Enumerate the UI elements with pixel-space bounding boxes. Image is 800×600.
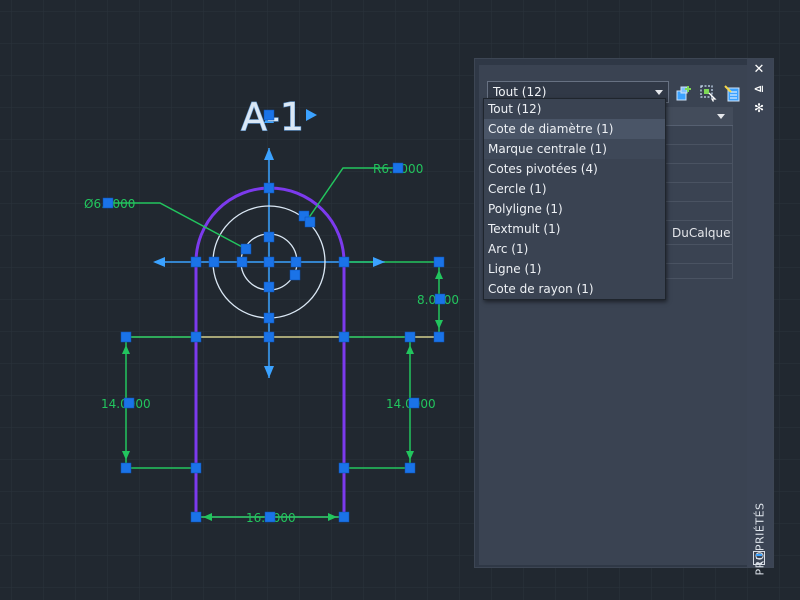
grip[interactable] — [190, 331, 202, 343]
grip[interactable] — [123, 397, 135, 409]
grip[interactable] — [433, 331, 445, 343]
chevron-down-icon[interactable] — [717, 114, 725, 119]
grip[interactable] — [404, 462, 416, 474]
grip[interactable] — [190, 256, 202, 268]
selection-dropdown-list[interactable]: Tout (12) Cote de diamètre (1) Marque cent… — [483, 98, 666, 300]
grip[interactable] — [434, 293, 446, 305]
properties-icon[interactable] — [753, 551, 765, 565]
grip[interactable] — [263, 331, 275, 343]
dropdown-item[interactable]: Cercle (1) — [484, 179, 665, 199]
property-value: DuCalque — [672, 226, 731, 240]
grip[interactable] — [338, 256, 350, 268]
settings-icon[interactable]: ✻ — [752, 101, 766, 115]
grip[interactable] — [263, 231, 275, 243]
grip[interactable] — [263, 109, 275, 121]
dropdown-item[interactable]: Textmult (1) — [484, 219, 665, 239]
close-icon[interactable]: ✕ — [752, 63, 766, 77]
dropdown-item[interactable]: Ligne (1) — [484, 259, 665, 279]
dropdown-item[interactable]: Cotes pivotées (4) — [484, 159, 665, 179]
dropdown-item[interactable]: Tout (12) — [484, 99, 665, 119]
grip[interactable] — [290, 256, 302, 268]
palette-title-strip[interactable]: ✕ ⧏ ✻ PROPRIÉTÉS — [747, 59, 773, 576]
grip[interactable] — [392, 162, 404, 174]
grip[interactable] — [338, 511, 350, 523]
grip[interactable] — [208, 256, 220, 268]
grip[interactable] — [263, 182, 275, 194]
grip[interactable] — [263, 256, 275, 268]
grip[interactable] — [433, 256, 445, 268]
grip[interactable] — [338, 331, 350, 343]
grip[interactable] — [240, 243, 252, 255]
dropdown-item[interactable]: Polyligne (1) — [484, 199, 665, 219]
grip[interactable] — [120, 462, 132, 474]
grip[interactable] — [408, 397, 420, 409]
grip[interactable] — [304, 216, 316, 228]
grip[interactable] — [289, 269, 301, 281]
grip[interactable] — [120, 331, 132, 343]
grip[interactable] — [404, 331, 416, 343]
grip[interactable] — [190, 511, 202, 523]
dropdown-item[interactable]: Arc (1) — [484, 239, 665, 259]
grip[interactable] — [264, 511, 276, 523]
grip[interactable] — [338, 462, 350, 474]
dropdown-item[interactable]: Marque centrale (1) — [484, 139, 665, 159]
dropdown-item[interactable]: Cote de diamètre (1) — [484, 119, 665, 139]
toggle-pickadd-icon[interactable] — [723, 84, 741, 102]
selection-combo-value: Tout (12) — [493, 85, 547, 99]
chevron-down-icon[interactable] — [655, 90, 663, 95]
grip[interactable] — [102, 197, 114, 209]
auto-hide-icon[interactable]: ⧏ — [752, 83, 766, 97]
grip[interactable] — [263, 281, 275, 293]
grip[interactable] — [236, 256, 248, 268]
select-objects-icon[interactable] — [699, 84, 717, 102]
grip[interactable] — [263, 312, 275, 324]
quick-select-icon[interactable] — [675, 84, 693, 102]
grip[interactable] — [190, 462, 202, 474]
dropdown-item[interactable]: Cote de rayon (1) — [484, 279, 665, 299]
